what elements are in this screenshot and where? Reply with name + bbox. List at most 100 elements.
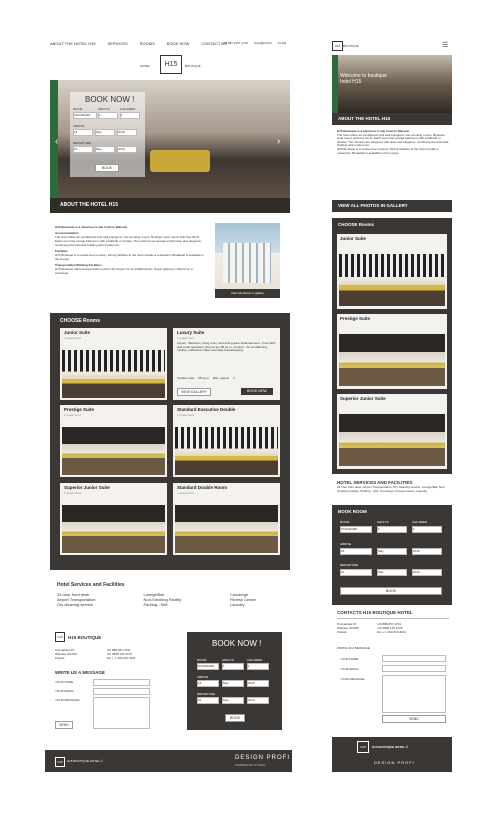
label-departure: DEPARTURE <box>340 563 359 567</box>
about-bar-label[interactable]: ABOUT THE HOTEL H15 <box>60 202 118 208</box>
nav-item-rooms[interactable]: ROOMS <box>140 41 155 46</box>
mobile-facilities-text: H15 Boutique is a smoke-free property. D… <box>337 146 439 155</box>
mobile-message-label: YOUR MESSAGE: <box>340 677 366 681</box>
mobile-send-button[interactable]: SEND <box>382 715 446 723</box>
departure-year[interactable]: 2016 <box>412 569 442 576</box>
room-more-link[interactable]: more <box>340 327 347 331</box>
room-photo <box>339 254 445 306</box>
departure-month[interactable]: May <box>222 697 244 704</box>
mobile-logo[interactable]: H15 <box>332 41 343 51</box>
mobile-email-input[interactable] <box>382 665 446 672</box>
room-name: Junior Suite <box>340 236 367 241</box>
send-button[interactable]: SEND <box>55 721 73 729</box>
room-sub: 1 queen bed <box>64 491 81 495</box>
room-more-link[interactable]: more <box>64 419 71 423</box>
view-gallery-button[interactable]: VIEW GALLERY <box>177 388 211 396</box>
mobile-book-button[interactable]: BOOK <box>340 587 442 595</box>
departure-year[interactable]: 2016 <box>117 146 137 153</box>
departure-day[interactable]: 21 <box>340 569 372 576</box>
arrive-day[interactable]: 18 <box>197 680 219 687</box>
departure-month[interactable]: May <box>377 569 407 576</box>
accommodation-text: The hotel offers air-conditioned and wel… <box>55 235 202 247</box>
mobile-footer-logo: H15 <box>357 741 369 753</box>
room-more-link[interactable]: more <box>340 247 347 251</box>
mobile-contacts-title: CONTACTS H15 BOUTIQUE HOTEL <box>337 610 413 615</box>
room-more-link[interactable]: more <box>64 342 71 346</box>
room-select[interactable]: STANDARD <box>73 112 97 119</box>
logo-right-text: BOUTIQUE <box>185 64 201 68</box>
room-more-link[interactable]: more <box>64 497 71 501</box>
meta-label-surface: Surface area <box>177 376 195 380</box>
children-select[interactable]: 1 <box>120 112 140 119</box>
mobile-phones: US 888-657-3791 UK 0808 145 3715 EU + 1 … <box>377 622 406 634</box>
gallery-caption[interactable]: View all photos in gallery <box>215 289 280 298</box>
room-select[interactable]: STANDARD <box>197 663 219 670</box>
mobile-gallery-bar[interactable]: VIEW ALL PHOTOS IN GALLERY <box>332 200 452 212</box>
hero-section: ‹ › BOOK NOW ! ROOM ADULTS CHILDREN STAN… <box>50 80 290 213</box>
mobile-write-title: WRITE US A MESSAGE <box>337 646 370 650</box>
name-input[interactable] <box>93 679 150 686</box>
hotel-building-photo[interactable]: View all photos in gallery <box>215 223 280 298</box>
services-col-2: Lounge/Bar Non-Smoking Facility Parking … <box>144 592 211 607</box>
adults-select[interactable]: 1 <box>377 526 407 533</box>
mobile-name-input[interactable] <box>382 655 446 662</box>
booking-title: BOOK NOW ! <box>85 95 135 104</box>
departure-month[interactable]: May <box>95 146 115 153</box>
mobile-room-card[interactable]: Prestige Suite more <box>337 314 447 389</box>
hero-next-arrow[interactable]: › <box>277 136 280 147</box>
message-textarea[interactable] <box>93 697 150 729</box>
children-select[interactable]: 1 <box>247 663 269 670</box>
hero-prev-arrow[interactable]: ‹ <box>55 136 58 147</box>
room-select[interactable]: STANDARD <box>340 526 372 533</box>
arrive-year[interactable]: 2016 <box>117 129 137 136</box>
mobile-footer-credit[interactable]: DESIGN PROFI <box>374 760 415 765</box>
room-sub: 1 queen bed <box>64 413 81 417</box>
arrive-day[interactable]: 18 <box>340 548 372 555</box>
mobile-address: Poznańska 15, Warsaw, 00-680, Poland <box>337 622 359 634</box>
mobile-about-bar: ABOUT THE HOTEL H15 <box>332 113 452 125</box>
arrive-day[interactable]: 18 <box>73 129 93 136</box>
mobile-room-card[interactable]: Junior Suite more <box>337 234 447 309</box>
room-card-superior[interactable]: Superior Junior Suite 1 queen bed more <box>60 483 167 555</box>
adults-select[interactable]: 1 <box>98 112 118 119</box>
bottom-booking-title: BOOK NOW ! <box>212 639 262 648</box>
departure-year[interactable]: 2016 <box>247 697 269 704</box>
nav-item-services[interactable]: SERVICES <box>108 41 128 46</box>
room-card-junior[interactable]: Junior Suite 1 queen bed more <box>60 328 167 400</box>
logo-left-text: HOTEL <box>140 64 151 68</box>
footer-credit[interactable]: DESIGN PROFI <box>235 755 290 761</box>
logo[interactable]: HOTEL H15 BOUTIQUE <box>140 55 210 75</box>
arrive-year[interactable]: 2016 <box>412 548 442 555</box>
room-more-link[interactable]: more <box>177 419 184 423</box>
room-card-luxury[interactable]: Luxury Suite 1 queen bed Layout - Bedroo… <box>173 328 280 400</box>
nav-item-book[interactable]: BOOK NOW <box>167 41 189 46</box>
about-bar: ABOUT THE HOTEL H15 <box>50 198 290 213</box>
hero-book-button[interactable]: BOOK <box>95 164 119 172</box>
room-name: Luxury Suite <box>177 330 205 335</box>
children-select[interactable]: 1 <box>412 526 442 533</box>
room-card-double[interactable]: Standard Double Room 1 queen bed more <box>173 483 280 555</box>
mobile-about-label[interactable]: ABOUT THE HOTEL H15 <box>338 116 390 121</box>
adults-select[interactable]: 1 <box>222 663 244 670</box>
mobile-contact-details: Poznańska 15, Warsaw, 00-680, Poland US … <box>337 622 449 634</box>
nav-email[interactable]: hotel@h15.pl <box>254 41 272 45</box>
room-more-link[interactable]: more <box>177 497 184 501</box>
room-card-executive[interactable]: Standard Executive Double 1 queen bed mo… <box>173 405 280 477</box>
book-now-button[interactable]: BOOK NOW <box>241 388 273 395</box>
departure-day[interactable]: 21 <box>73 146 93 153</box>
bottom-book-button[interactable]: BOOK <box>225 714 245 722</box>
email-input[interactable] <box>93 688 150 695</box>
departure-day[interactable]: 21 <box>197 697 219 704</box>
mobile-room-card[interactable]: Superior Junior Suite more <box>337 394 447 469</box>
services-col-1: 24 hour front desk Airport Transportatio… <box>57 592 124 607</box>
arrive-month[interactable]: May <box>222 680 244 687</box>
mobile-message-textarea[interactable] <box>382 675 446 713</box>
nav-langs[interactable]: PL EN <box>278 41 287 45</box>
arrive-year[interactable]: 2016 <box>247 680 269 687</box>
arrive-month[interactable]: May <box>377 548 407 555</box>
nav-item-about[interactable]: ABOUT THE HOTEL H15 <box>50 41 96 46</box>
arrive-month[interactable]: May <box>95 129 115 136</box>
room-more-link[interactable]: more <box>340 407 347 411</box>
room-card-prestige[interactable]: Prestige Suite 1 queen bed more <box>60 405 167 477</box>
menu-icon[interactable]: ☰ <box>442 41 448 49</box>
